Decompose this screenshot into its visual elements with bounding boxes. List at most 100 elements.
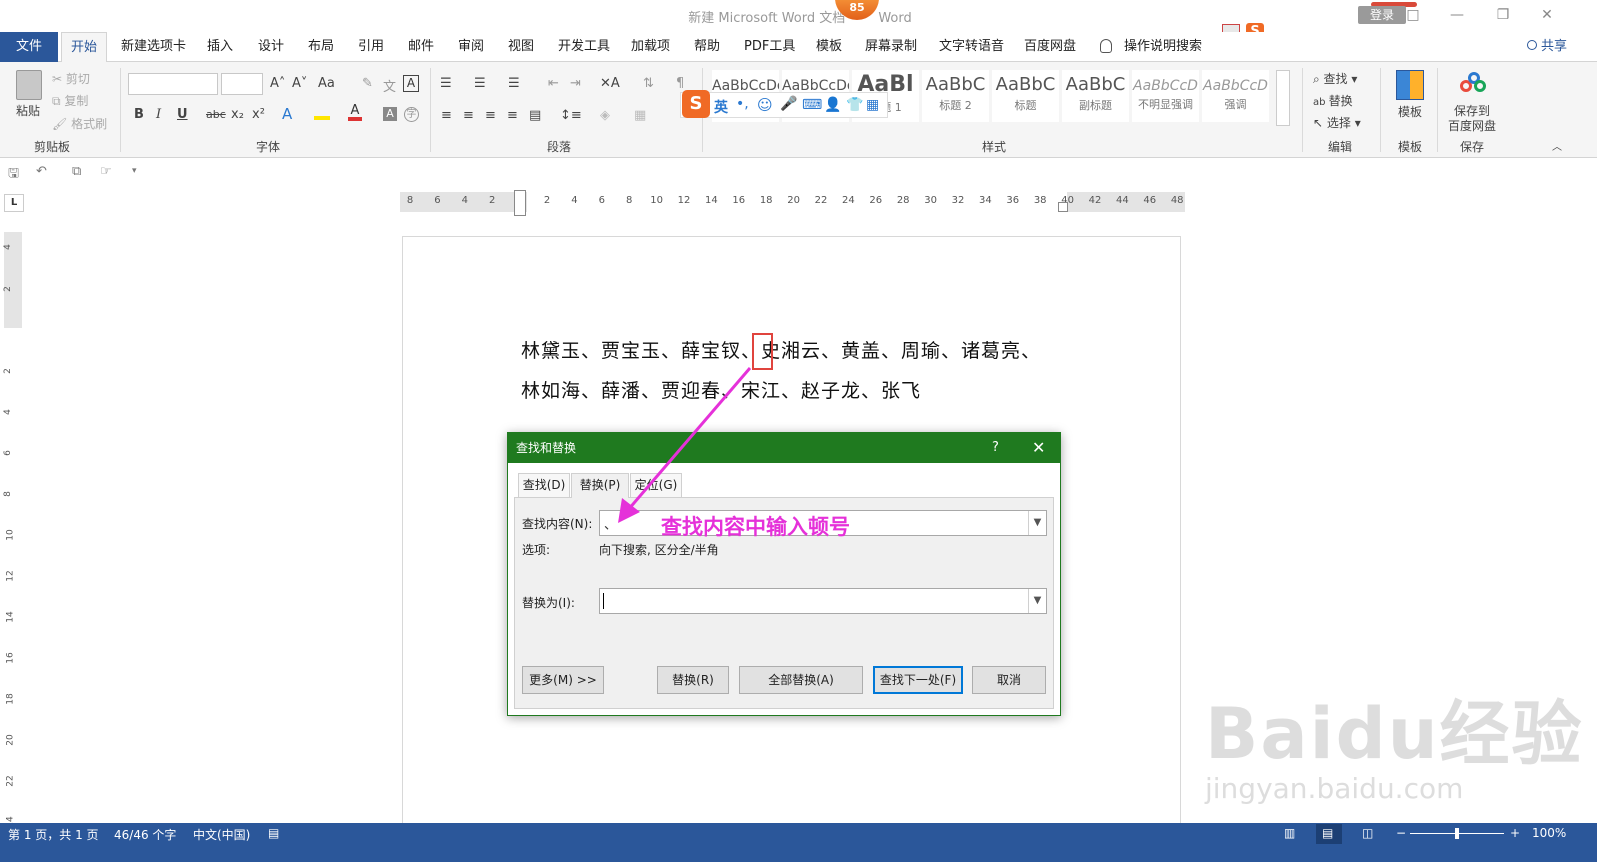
zoom-out-icon[interactable]: − bbox=[1396, 826, 1406, 840]
indent-marker[interactable] bbox=[514, 190, 526, 216]
ime-skin-icon[interactable]: 👕 bbox=[846, 97, 863, 113]
status-page[interactable]: 第 1 页，共 1 页 bbox=[8, 826, 99, 843]
paste-button[interactable]: 粘贴 bbox=[16, 102, 40, 119]
style-item[interactable]: AaBbCcD 不明显强调 bbox=[1132, 70, 1199, 122]
align-center-icon[interactable]: ≡ bbox=[463, 108, 474, 123]
styles-scrollbar[interactable] bbox=[1276, 70, 1290, 126]
align-right-icon[interactable]: ≡ bbox=[485, 108, 496, 123]
tab-file[interactable]: 文件 bbox=[0, 32, 58, 62]
customize-qat-icon[interactable]: ▾ bbox=[132, 166, 137, 176]
copy-button[interactable]: ⧉ 复制 bbox=[52, 92, 88, 109]
tab-6[interactable]: 审阅 bbox=[458, 32, 484, 62]
shrink-font-button[interactable]: A˅ bbox=[292, 76, 307, 91]
restore-button[interactable]: ❐ bbox=[1488, 7, 1518, 23]
minimize-button[interactable]: — bbox=[1442, 7, 1472, 23]
tab-home[interactable]: 开始 bbox=[61, 32, 107, 63]
zoom-slider-thumb[interactable] bbox=[1455, 828, 1459, 839]
ime-user-icon[interactable]: 👤 bbox=[824, 97, 841, 113]
cut-button[interactable]: ✂ 剪切 bbox=[52, 70, 90, 87]
underline-button[interactable]: U bbox=[177, 107, 188, 122]
touch-mode-icon[interactable]: ☞ bbox=[100, 164, 112, 179]
decrease-indent-icon[interactable]: ⇤ bbox=[548, 76, 559, 91]
change-case-button[interactable]: Aa bbox=[318, 76, 335, 91]
chinese-layout-icon[interactable]: ✕A bbox=[600, 76, 620, 91]
read-mode-icon[interactable]: ▥ bbox=[1284, 826, 1295, 840]
format-painter-button[interactable]: 🖌 格式刷 bbox=[52, 115, 107, 132]
chevron-down-icon[interactable]: ▼ bbox=[1028, 511, 1046, 535]
strikethrough-button[interactable]: abc bbox=[206, 108, 226, 121]
dialog-help-button[interactable]: ? bbox=[992, 433, 999, 463]
template-icon[interactable] bbox=[1396, 70, 1424, 100]
find-next-button[interactable]: 查找下一处(F) bbox=[873, 666, 963, 694]
tab-5[interactable]: 邮件 bbox=[408, 32, 434, 62]
chevron-down-icon[interactable]: ▼ bbox=[1028, 589, 1046, 613]
tab-0[interactable]: 新建选项卡 bbox=[121, 32, 186, 62]
tab-13[interactable]: 屏幕录制 bbox=[865, 32, 917, 62]
numbering-icon[interactable]: ☰ bbox=[474, 76, 486, 91]
tab-10[interactable]: 帮助 bbox=[694, 32, 720, 62]
line-spacing-icon[interactable]: ↕≡ bbox=[560, 108, 582, 123]
ime-voice-icon[interactable]: 🎤 bbox=[780, 96, 797, 112]
undo-icon[interactable]: ↶ bbox=[36, 164, 47, 179]
share-button[interactable]: 共享 bbox=[1527, 32, 1567, 62]
multilevel-list-icon[interactable]: ☰ bbox=[508, 76, 520, 91]
grow-font-button[interactable]: A˄ bbox=[270, 76, 285, 91]
char-shading-icon[interactable]: A bbox=[383, 107, 397, 121]
font-size-combo[interactable] bbox=[221, 73, 263, 95]
tab-7[interactable]: 视图 bbox=[508, 32, 534, 62]
tab-4[interactable]: 引用 bbox=[358, 32, 384, 62]
char-border-icon[interactable]: A bbox=[403, 75, 419, 92]
superscript-button[interactable]: x² bbox=[252, 107, 265, 122]
close-window-button[interactable]: ✕ bbox=[1532, 7, 1562, 23]
phonetic-guide-icon[interactable]: 文 bbox=[383, 76, 396, 95]
tab-11[interactable]: PDF工具 bbox=[744, 32, 795, 62]
tab-2[interactable]: 设计 bbox=[258, 32, 284, 62]
bullets-icon[interactable]: ☰ bbox=[440, 76, 452, 91]
style-item[interactable]: AaBbC 标题 2 bbox=[922, 70, 989, 122]
style-item[interactable]: AaBbCcD 强调 bbox=[1202, 70, 1269, 122]
ime-keyboard-icon[interactable]: ⌨ bbox=[802, 97, 822, 113]
distributed-icon[interactable]: ▤ bbox=[529, 108, 541, 123]
save-baidu-line2[interactable]: 百度网盘 bbox=[1448, 117, 1496, 134]
save-icon[interactable]: 🖫 bbox=[8, 164, 19, 186]
sogou-ime-icon[interactable]: S bbox=[682, 90, 710, 118]
right-indent-marker[interactable] bbox=[1058, 202, 1068, 212]
show-marks-icon[interactable]: ¶ bbox=[676, 76, 684, 91]
sort-icon[interactable]: ⇅ bbox=[643, 76, 654, 91]
align-left-icon[interactable]: ≡ bbox=[441, 108, 452, 123]
highlight-icon[interactable] bbox=[314, 106, 330, 120]
bold-button[interactable]: B bbox=[134, 107, 144, 122]
italic-button[interactable]: I bbox=[156, 107, 161, 122]
redo-icon[interactable]: ⧉ bbox=[72, 164, 81, 179]
borders-icon[interactable]: ▦ bbox=[634, 108, 646, 123]
replace-all-button[interactable]: 全部替换(A) bbox=[739, 666, 863, 694]
tell-me-search[interactable]: 操作说明搜索 bbox=[1124, 32, 1202, 62]
font-name-combo[interactable] bbox=[128, 73, 218, 95]
document-line-1[interactable]: 林黛玉、贾宝玉、薛宝钗、史湘云、黄盖、周瑜、诸葛亮、 bbox=[521, 336, 1041, 363]
text-effects-icon[interactable]: A bbox=[282, 105, 292, 123]
ribbon-display-button[interactable]: □ bbox=[1398, 7, 1428, 23]
tab-find[interactable]: 查找(D) bbox=[518, 473, 570, 497]
dialog-close-button[interactable]: ✕ bbox=[1032, 433, 1045, 463]
template-button[interactable]: 模板 bbox=[1398, 103, 1422, 120]
replace-input[interactable]: ▼ bbox=[599, 588, 1047, 614]
web-layout-icon[interactable]: ◫ bbox=[1362, 826, 1373, 840]
ime-punct-icon[interactable]: •, bbox=[736, 96, 749, 112]
macro-icon[interactable]: ▤ bbox=[268, 826, 279, 840]
replace-button[interactable]: 替换(R) bbox=[657, 666, 729, 694]
subscript-button[interactable]: x₂ bbox=[231, 107, 244, 122]
tab-3[interactable]: 布局 bbox=[308, 32, 334, 62]
tab-9[interactable]: 加载项 bbox=[631, 32, 670, 62]
find-button[interactable]: ⌕ 查找 ▾ bbox=[1313, 70, 1357, 87]
clear-format-icon[interactable]: ✎ bbox=[362, 76, 373, 91]
font-color-icon[interactable]: A bbox=[348, 104, 362, 121]
tab-8[interactable]: 开发工具 bbox=[558, 32, 610, 62]
tab-1[interactable]: 插入 bbox=[207, 32, 233, 62]
zoom-in-icon[interactable]: + bbox=[1510, 826, 1520, 840]
paste-icon[interactable] bbox=[16, 70, 42, 100]
tab-15[interactable]: 百度网盘 bbox=[1024, 32, 1076, 62]
enclose-char-icon[interactable]: 字 bbox=[404, 107, 419, 122]
more-button[interactable]: 更多(M) >> bbox=[522, 666, 604, 694]
cancel-button[interactable]: 取消 bbox=[972, 666, 1046, 694]
tab-14[interactable]: 文字转语音 bbox=[939, 32, 1004, 62]
